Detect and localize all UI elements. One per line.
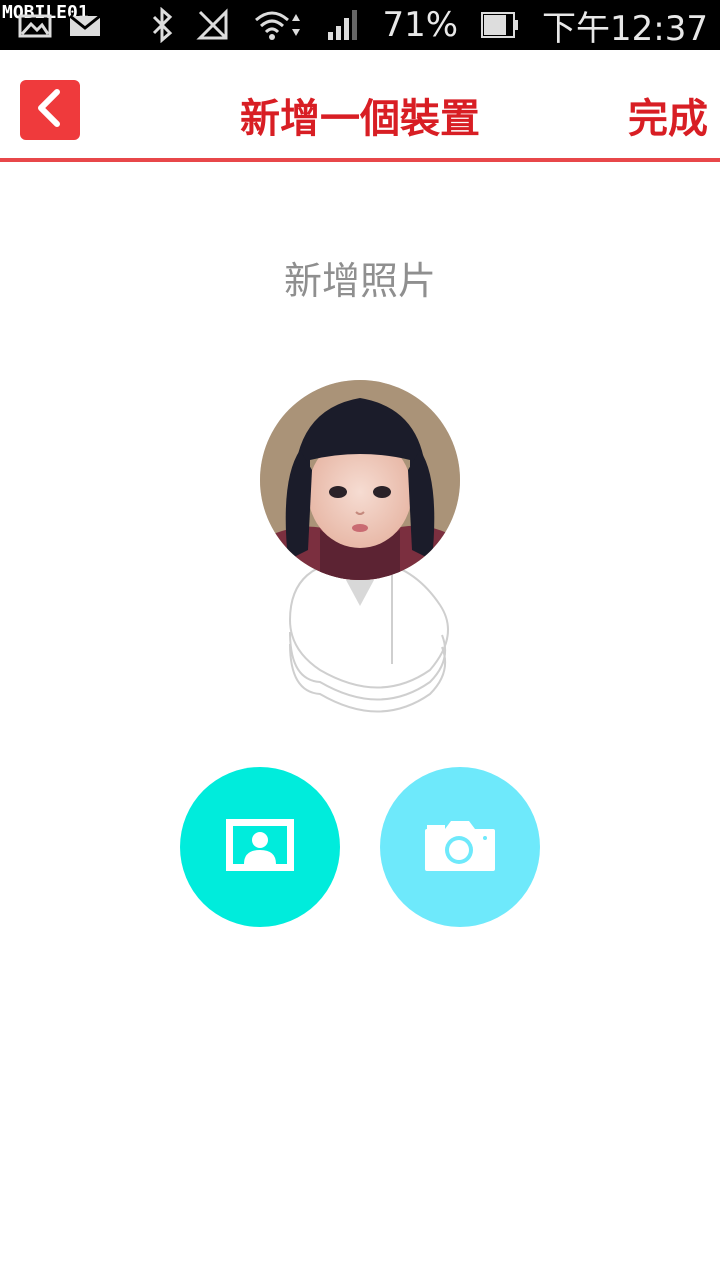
image-icon <box>18 10 52 42</box>
gallery-icon <box>224 817 296 877</box>
device-illustration <box>260 380 460 720</box>
notification-icons <box>18 10 102 42</box>
wifi-icon <box>252 8 304 42</box>
status-bar: MOBILE01 71% 下午12:37 <box>0 0 720 50</box>
bluetooth-icon <box>150 7 174 43</box>
camera-icon <box>423 817 497 877</box>
battery-percent: 71% <box>382 5 459 45</box>
done-button[interactable]: 完成 <box>628 86 708 144</box>
email-icon <box>68 10 102 42</box>
battery-icon <box>480 10 520 40</box>
add-photo-title: 新增照片 <box>283 259 436 303</box>
page-title: 新增一個裝置 <box>240 96 480 142</box>
app-header: 新增一個裝置 完成 <box>0 50 720 160</box>
avatar-photo <box>260 380 460 580</box>
header-divider <box>0 158 720 162</box>
signal-bars-icon <box>326 8 360 42</box>
no-signal-icon <box>196 8 230 42</box>
take-photo-button[interactable] <box>380 767 540 927</box>
clock: 下午12:37 <box>542 8 708 49</box>
choose-from-gallery-button[interactable] <box>180 767 340 927</box>
